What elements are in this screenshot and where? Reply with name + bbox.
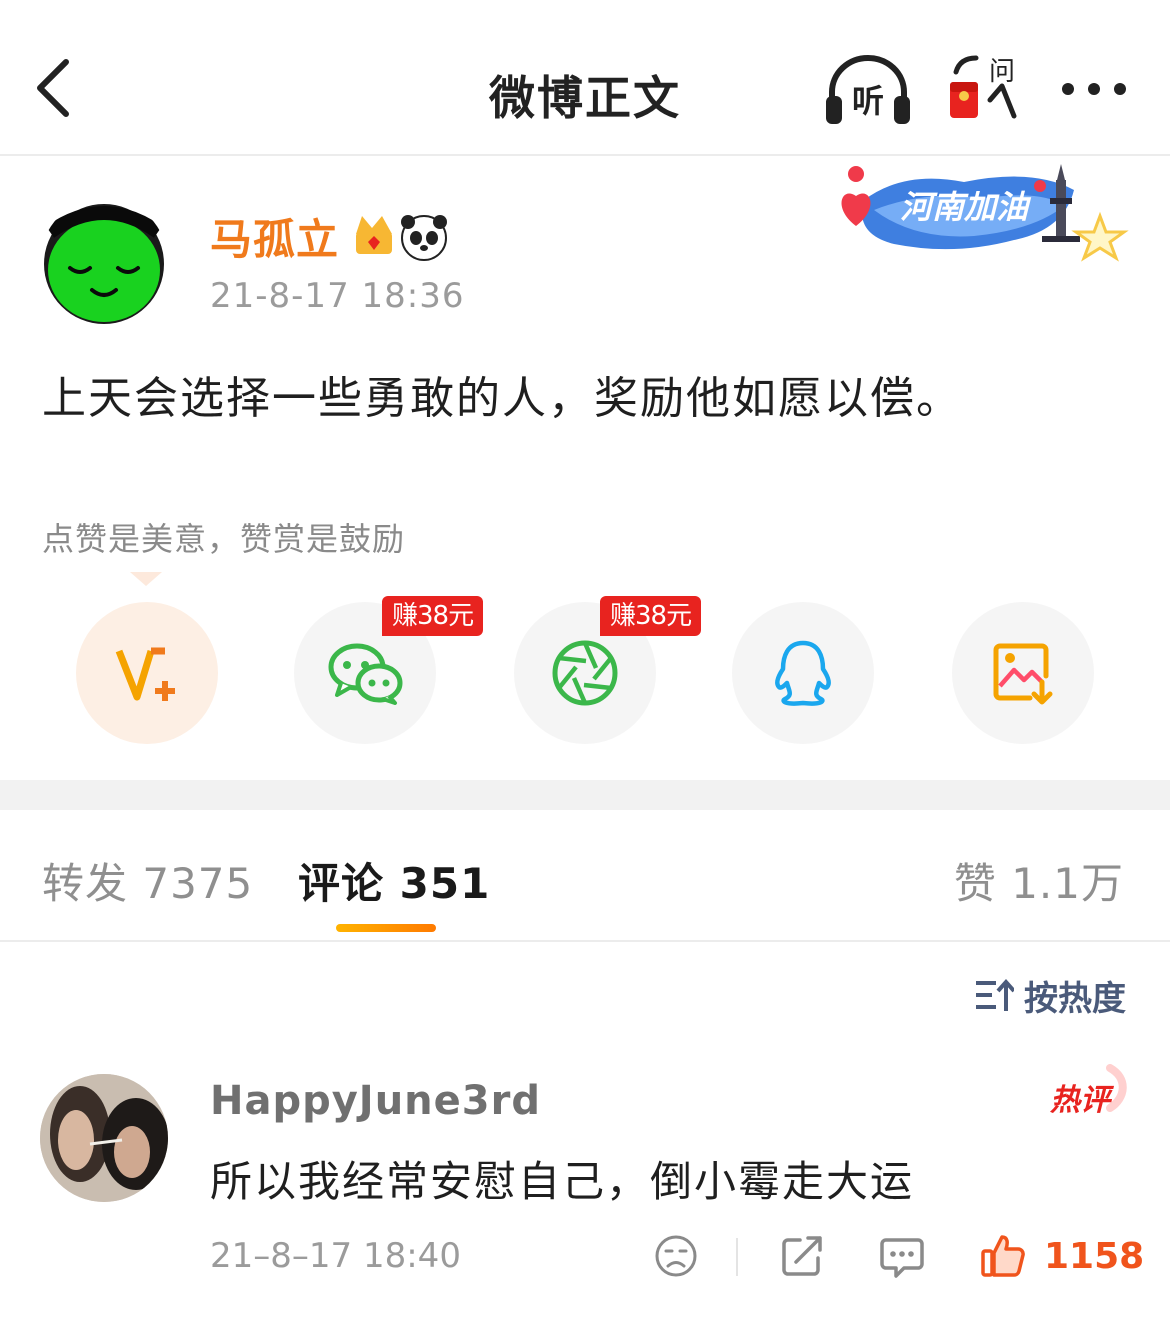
tab-comment[interactable]: 评论 351: [298, 850, 490, 911]
commenter-avatar[interactable]: [40, 1074, 168, 1202]
more-options-icon[interactable]: [1058, 74, 1130, 104]
save-image-icon: [993, 643, 1053, 705]
user-badges: [356, 215, 447, 261]
author-avatar[interactable]: [40, 198, 168, 326]
ask-label: 问: [989, 57, 1015, 87]
moments-icon: [552, 640, 618, 706]
commenter-name[interactable]: HappyJune3rd: [210, 1078, 541, 1124]
comment-like-count: 1158: [1044, 1235, 1145, 1277]
tab-repost[interactable]: 转发 7375: [42, 850, 253, 911]
qq-icon: [775, 640, 831, 706]
sort-label: 按热度: [1024, 978, 1126, 1019]
save-image-button[interactable]: [952, 602, 1094, 744]
share-comment-icon[interactable]: [778, 1232, 826, 1280]
active-tab-indicator: [336, 924, 436, 932]
top-bar: 微博正文 听 问: [0, 0, 1170, 156]
comment-text: 所以我经常安慰自己，倒小霉走大运: [210, 1157, 915, 1206]
post-timestamp: 21-8-17 18:36: [210, 276, 465, 316]
star-icon: [1071, 211, 1129, 262]
listen-headphones-icon[interactable]: 听: [822, 52, 914, 128]
sort-icon: [976, 978, 1014, 1011]
sticker-text: 河南加油: [900, 188, 1032, 226]
thumbs-up-icon: [981, 1235, 1025, 1277]
tabs-divider: [0, 940, 1170, 942]
section-divider: [0, 780, 1170, 810]
wechat-icon: [328, 643, 403, 705]
action-separator: [736, 1238, 738, 1276]
hot-comment-label: 热评: [1049, 1083, 1115, 1118]
henan-cheer-sticker: 河南加油: [841, 164, 1129, 262]
reply-comment-icon[interactable]: [878, 1232, 926, 1280]
dislike-face-icon[interactable]: [652, 1232, 700, 1280]
earn-badge-wechat: 赚38元: [382, 596, 484, 636]
author-name[interactable]: 马孤立: [210, 206, 339, 267]
listen-label: 听: [852, 82, 884, 120]
sort-by-heat-button[interactable]: 按热度: [974, 970, 1126, 1020]
v-plus-icon: [115, 647, 175, 701]
post-content: 上天会选择一些勇敢的人，奖励他如愿以偿。: [42, 373, 962, 424]
earn-badge-moments: 赚38元: [600, 596, 702, 636]
panda-badge-icon: [401, 215, 447, 261]
ask-redpacket-icon[interactable]: 问: [946, 50, 1022, 126]
comment-timestamp: 21–8–17 18:40: [210, 1236, 461, 1276]
hint-pointer: [130, 572, 162, 586]
crown-badge-icon: [356, 216, 392, 254]
hot-comment-badge: 热评: [1049, 1064, 1127, 1118]
comment-like-button[interactable]: 1158: [980, 1232, 1144, 1280]
tab-like[interactable]: 赞 1.1万: [954, 850, 1124, 911]
reward-hint-text: 点赞是美意，赞赏是鼓励: [42, 520, 406, 558]
share-qq-button[interactable]: [732, 602, 874, 744]
v-plus-button[interactable]: [76, 602, 218, 744]
